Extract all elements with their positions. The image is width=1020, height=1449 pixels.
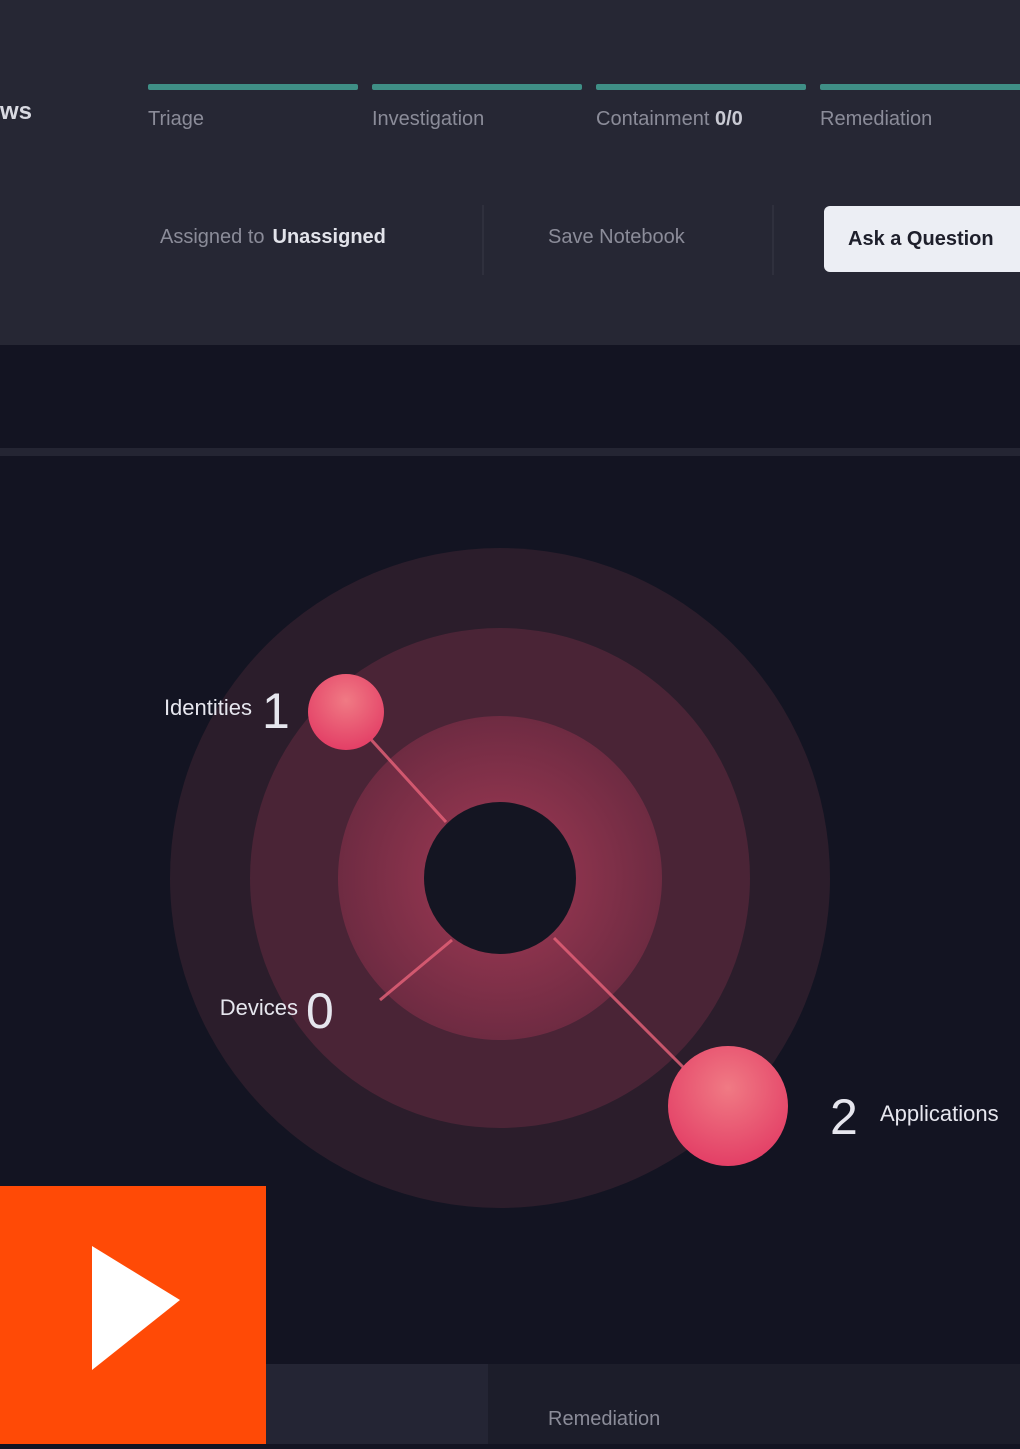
stage-label: Containment	[596, 108, 710, 130]
stage-triage[interactable]: Triage	[148, 84, 358, 131]
assigned-value: Unassigned	[272, 226, 386, 248]
bottom-tab-label: Remediation	[548, 1408, 661, 1430]
assigned-label: Assigned to	[160, 226, 265, 248]
bottom-tab-inactive[interactable]	[266, 1364, 488, 1444]
stage-progress-bar	[820, 84, 1020, 90]
devices-count: 0	[306, 983, 334, 1039]
applications-count: 2	[830, 1089, 858, 1145]
ask-question-button[interactable]: Ask a Question	[824, 206, 1020, 272]
divider	[772, 205, 774, 275]
devices-label: Devices	[220, 995, 298, 1020]
stage-label: Remediation	[820, 108, 933, 130]
section-divider	[0, 448, 1020, 456]
assignee-selector[interactable]: Assigned to Unassigned	[160, 226, 386, 249]
identities-label: Identities	[164, 695, 252, 720]
divider	[482, 205, 484, 275]
case-title: ws	[0, 98, 33, 125]
stage-count: 0/0	[714, 108, 743, 130]
stage-label: Triage	[148, 108, 204, 130]
bottom-tab-remediation[interactable]: Remediation	[488, 1364, 1020, 1444]
play-button[interactable]	[0, 1186, 266, 1444]
stage-progress-bar	[148, 84, 358, 90]
applications-node[interactable]	[668, 1046, 788, 1166]
identities-count: 1	[262, 683, 290, 739]
stage-progress-bar	[596, 84, 806, 90]
play-icon	[92, 1246, 180, 1370]
stage-remediation[interactable]: Remediation	[820, 84, 1020, 131]
stage-label: Investigation	[372, 108, 485, 130]
save-notebook-button[interactable]: Save Notebook	[548, 226, 685, 249]
center-hole	[424, 802, 576, 954]
identities-node[interactable]	[308, 674, 384, 750]
case-header: ws Triage Investigation Containment 0/0 …	[0, 0, 1020, 345]
stage-containment[interactable]: Containment 0/0	[596, 84, 806, 131]
stage-investigation[interactable]: Investigation	[372, 84, 582, 131]
stage-progress-bar	[372, 84, 582, 90]
applications-label: Applications	[880, 1101, 999, 1126]
